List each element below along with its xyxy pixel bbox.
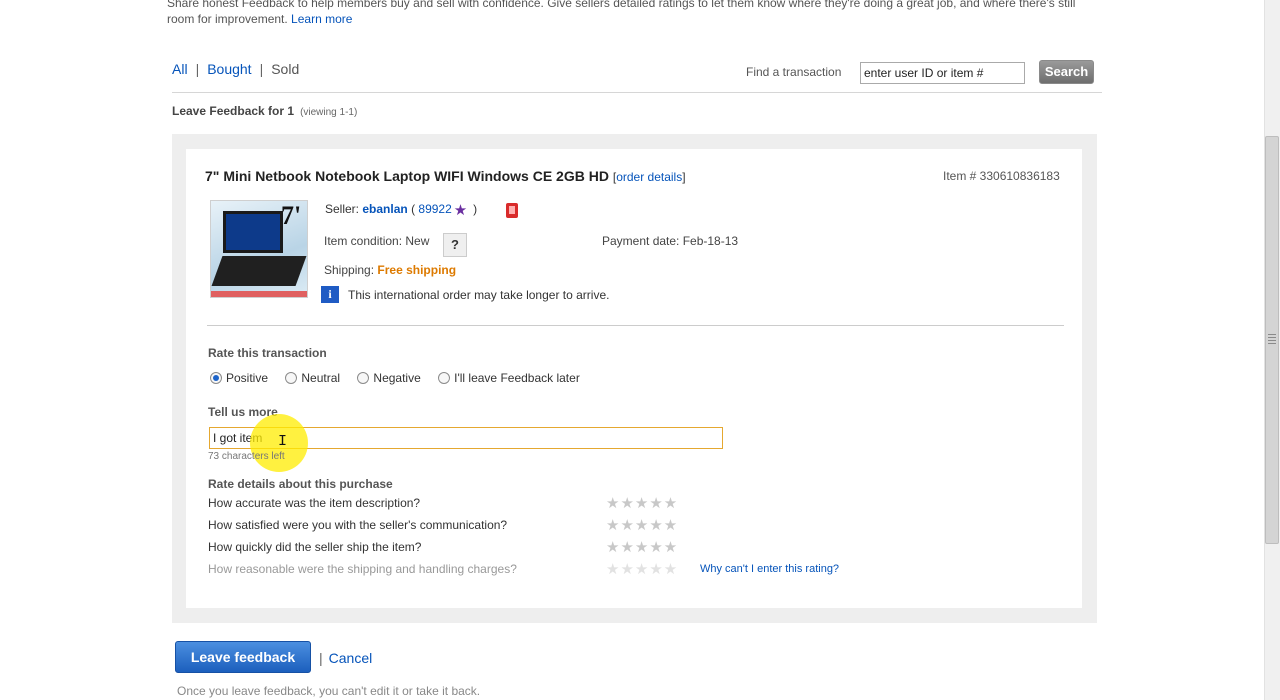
find-transaction-input[interactable] — [860, 62, 1025, 84]
rating-neutral-radio[interactable]: Neutral — [285, 371, 340, 385]
divider — [172, 92, 1102, 93]
radio-button[interactable] — [210, 372, 222, 384]
learn-more-link[interactable]: Learn more — [291, 12, 352, 26]
intro-text: Share honest Feedback to help members bu… — [167, 0, 1097, 27]
thumbnail-keyboard — [211, 256, 307, 286]
rate-details-title: Rate details about this purchase — [208, 477, 393, 491]
feedback-score-link[interactable]: 89922 — [418, 202, 451, 216]
rating-options: Positive Neutral Negative I'll leave Fee… — [210, 371, 594, 385]
bracket-close: ] — [682, 170, 686, 184]
international-note: This international order may take longer… — [348, 288, 610, 302]
scrollbar-grip-icon — [1268, 334, 1276, 344]
filter-separator: | — [259, 61, 264, 77]
shooting-star-icon[interactable]: ★ — [454, 203, 470, 219]
item-number: Item # 330610836183 — [943, 169, 1060, 183]
thumbnail-strip — [211, 291, 307, 297]
thumbnail-screen — [223, 211, 283, 253]
item-title: 7" Mini Netbook Notebook Laptop WIFI Win… — [205, 168, 686, 184]
leave-feedback-count: Leave Feedback for 1 — [172, 104, 295, 118]
leave-feedback-heading: Leave Feedback for 1 (viewing 1-1) — [172, 104, 357, 118]
seller-name-link[interactable]: ebanlan — [362, 202, 407, 216]
dsr-question-shipping-charges: How reasonable were the shipping and han… — [208, 562, 517, 576]
search-button[interactable]: Search — [1039, 60, 1094, 84]
rating-negative-radio[interactable]: Negative — [357, 371, 421, 385]
characters-left: 73 characters left — [208, 451, 285, 462]
paren-close: ) — [473, 202, 478, 216]
rating-later-radio[interactable]: I'll leave Feedback later — [438, 371, 580, 385]
rating-positive-radio[interactable]: Positive — [210, 371, 268, 385]
free-shipping-label: Free shipping — [377, 263, 457, 277]
feedback-final-note: Once you leave feedback, you can't edit … — [177, 684, 481, 698]
radio-button[interactable] — [357, 372, 370, 384]
seller-label: Seller: — [325, 202, 360, 216]
transaction-filter: All | Bought | Sold — [172, 61, 299, 77]
cancel-separator: | — [319, 650, 323, 666]
feedback-comment-input[interactable] — [209, 427, 723, 449]
why-cant-rate-link[interactable]: Why can't I enter this rating? — [700, 563, 839, 575]
rate-transaction-title: Rate this transaction — [208, 346, 327, 360]
filter-bought-link[interactable]: Bought — [207, 61, 251, 77]
find-transaction-label: Find a transaction — [746, 65, 842, 79]
radio-label: Neutral — [301, 371, 341, 385]
radio-label: Negative — [373, 371, 421, 385]
dsr-description-stars[interactable]: ★★★★★ — [606, 496, 678, 511]
dsr-question-shipping-time: How quickly did the seller ship the item… — [208, 540, 422, 554]
condition-help-button[interactable]: ? — [443, 233, 467, 257]
filter-separator: | — [195, 61, 200, 77]
paren-open: ( — [411, 202, 416, 216]
item-condition: Item condition: New — [324, 234, 430, 248]
info-icon: i — [321, 286, 339, 303]
viewing-range: (viewing 1-1) — [300, 107, 358, 118]
dsr-communication-stars[interactable]: ★★★★★ — [606, 518, 678, 533]
shipping-label: Shipping: — [324, 263, 375, 277]
radio-label: I'll leave Feedback later — [454, 371, 580, 385]
me-page-icon[interactable] — [506, 203, 518, 218]
cancel-group: | Cancel — [319, 650, 372, 666]
dsr-shipping-charges-stars: ★★★★★ — [606, 561, 679, 578]
filter-all-link[interactable]: All — [172, 61, 188, 77]
radio-button[interactable] — [438, 372, 451, 384]
payment-date: Payment date: Feb-18-13 — [602, 234, 739, 248]
cancel-link[interactable]: Cancel — [329, 650, 373, 666]
seller-info: Seller: ebanlan ( 89922 ★ ) — [325, 202, 477, 219]
tell-us-more-label: Tell us more — [208, 405, 278, 419]
shipping-info: Shipping: Free shipping — [324, 263, 456, 277]
radio-button[interactable] — [285, 372, 298, 384]
item-title-text: 7" Mini Netbook Notebook Laptop WIFI Win… — [205, 168, 609, 184]
dsr-question-communication: How satisfied were you with the seller's… — [208, 518, 508, 532]
dsr-question-description: How accurate was the item description? — [208, 496, 421, 510]
radio-label: Positive — [226, 371, 269, 385]
item-thumbnail[interactable]: 7' — [210, 200, 308, 298]
order-details-link[interactable]: order details — [616, 170, 682, 184]
dsr-shipping-time-stars[interactable]: ★★★★★ — [606, 540, 678, 555]
divider — [207, 325, 1064, 326]
thumbnail-size-label: 7' — [281, 201, 302, 230]
leave-feedback-button[interactable]: Leave feedback — [175, 641, 311, 673]
filter-sold-label: Sold — [271, 61, 300, 77]
